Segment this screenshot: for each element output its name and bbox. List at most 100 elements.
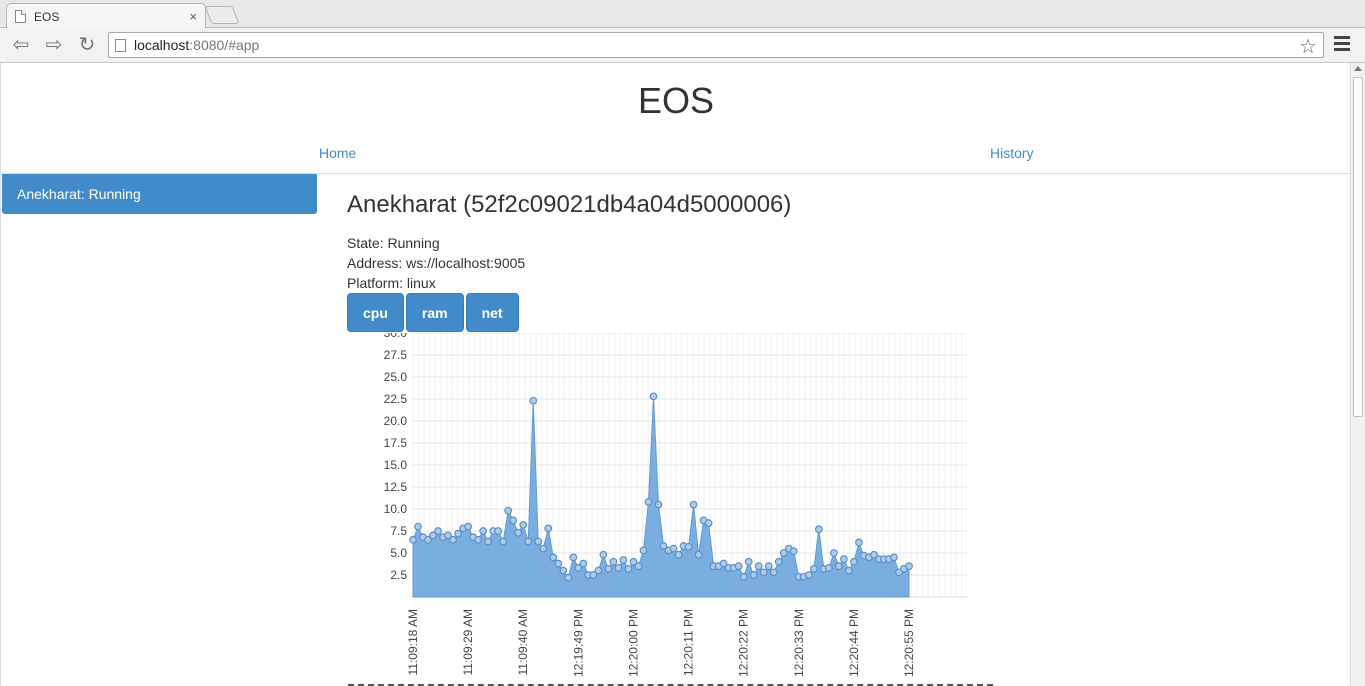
- data-point: [694, 550, 703, 559]
- data-point: [539, 544, 548, 553]
- x-tick-label: 11:09:40 AM: [516, 609, 530, 676]
- y-tick-label: 12.5: [384, 480, 408, 494]
- data-point: [449, 535, 457, 544]
- data-point: [649, 392, 658, 401]
- net-button[interactable]: net: [465, 293, 519, 332]
- data-point: [554, 559, 563, 568]
- x-tick-label: 12:20:55 PM: [902, 609, 916, 677]
- new-tab-button[interactable]: [204, 6, 240, 24]
- page-scrollbar[interactable]: [1350, 63, 1365, 686]
- data-point: [494, 527, 503, 535]
- data-point: [454, 529, 462, 538]
- data-point: [829, 549, 838, 557]
- data-point: [739, 572, 748, 581]
- data-point: [519, 520, 528, 529]
- data-point: [504, 506, 513, 515]
- y-tick-label: 25.0: [384, 370, 408, 384]
- y-tick-label: 15.0: [384, 458, 408, 472]
- y-tick-label: 30.0: [384, 333, 408, 340]
- data-point: [499, 537, 508, 546]
- data-point: [855, 538, 863, 547]
- data-point: [890, 553, 898, 562]
- data-point: [464, 522, 473, 531]
- data-point: [534, 537, 543, 546]
- browser-tab[interactable]: EOS ×: [6, 3, 206, 29]
- y-tick-label: 7.5: [390, 524, 407, 538]
- x-tick-label: 11:09:18 AM: [406, 609, 420, 676]
- machine-address: Address: ws://localhost:9005: [347, 255, 526, 271]
- data-point: [689, 500, 698, 509]
- browser-toolbar: ⇦ ⇨ ↻ localhost:8080/#app ☆: [0, 28, 1365, 63]
- data-point: [624, 564, 633, 573]
- data-point: [479, 527, 488, 535]
- data-point: [674, 550, 683, 559]
- page-favicon-icon: [15, 10, 26, 23]
- tab-title: EOS: [34, 9, 60, 24]
- page-viewport: EOS Home History Anekharat: Running Anek…: [0, 63, 1351, 686]
- tab-close-icon[interactable]: ×: [189, 9, 197, 24]
- bookmark-star-icon[interactable]: ☆: [1299, 34, 1317, 59]
- data-point: [669, 544, 678, 553]
- metric-button-group: cpu ram net: [347, 293, 791, 332]
- data-point: [544, 524, 553, 533]
- data-point: [754, 562, 763, 571]
- y-tick-label: 5.0: [390, 546, 407, 560]
- y-tick-label: 17.5: [384, 436, 408, 450]
- browser-menu-icon[interactable]: [1334, 36, 1350, 52]
- data-point: [684, 542, 693, 551]
- data-point: [849, 557, 858, 566]
- data-point: [614, 564, 623, 572]
- sidebar-item-anekharat[interactable]: Anekharat: Running: [2, 174, 317, 214]
- data-point: [474, 535, 483, 544]
- nav-history-link[interactable]: History: [990, 145, 1034, 161]
- address-bar[interactable]: localhost:8080/#app ☆: [108, 32, 1324, 58]
- y-tick-label: 10.0: [384, 502, 408, 516]
- y-tick-label: 27.5: [384, 348, 408, 362]
- data-point: [639, 546, 648, 555]
- data-point: [789, 547, 798, 556]
- x-tick-label: 12:20:11 PM: [682, 609, 696, 676]
- scroll-up-icon[interactable]: [1354, 66, 1362, 71]
- reload-icon[interactable]: ↻: [76, 34, 98, 56]
- machine-state: State: Running: [347, 235, 440, 251]
- data-point: [529, 396, 538, 405]
- data-point: [759, 568, 768, 577]
- data-point: [559, 566, 568, 575]
- data-point: [704, 519, 713, 527]
- data-point: [734, 562, 743, 571]
- cpu-area-series: [412, 396, 910, 598]
- machine-heading: Anekharat (52f2c09021db4a04d5000006): [347, 191, 792, 218]
- url-path: :8080/#app: [189, 37, 260, 53]
- data-point: [814, 525, 823, 534]
- back-arrow-icon[interactable]: ⇦: [10, 34, 32, 56]
- data-point: [744, 557, 753, 566]
- data-point: [409, 535, 417, 544]
- x-tick-label: 12:20:33 PM: [792, 609, 806, 677]
- data-point: [774, 557, 783, 566]
- scrollbar-thumb[interactable]: [1353, 77, 1363, 417]
- data-point: [619, 556, 628, 564]
- ram-button[interactable]: ram: [405, 293, 464, 332]
- data-point: [604, 564, 613, 573]
- data-point: [839, 555, 848, 564]
- data-point: [809, 564, 818, 573]
- data-point: [524, 537, 533, 546]
- data-point: [654, 500, 663, 509]
- data-point: [434, 527, 442, 535]
- data-point: [749, 571, 758, 579]
- data-point: [569, 553, 578, 562]
- machine-platform: Platform: linux: [347, 275, 436, 291]
- y-tick-label: 2.5: [390, 568, 407, 582]
- cpu-button[interactable]: cpu: [347, 293, 404, 332]
- forward-arrow-icon[interactable]: ⇨: [43, 34, 65, 56]
- data-point: [414, 522, 422, 531]
- data-point: [594, 566, 603, 575]
- data-point: [824, 564, 833, 572]
- data-point: [509, 516, 518, 525]
- data-point: [634, 562, 643, 571]
- data-point: [804, 571, 813, 579]
- data-point: [549, 553, 558, 562]
- nav-home-link[interactable]: Home: [319, 145, 356, 161]
- x-tick-label: 12:20:22 PM: [737, 609, 751, 677]
- data-point: [834, 562, 843, 571]
